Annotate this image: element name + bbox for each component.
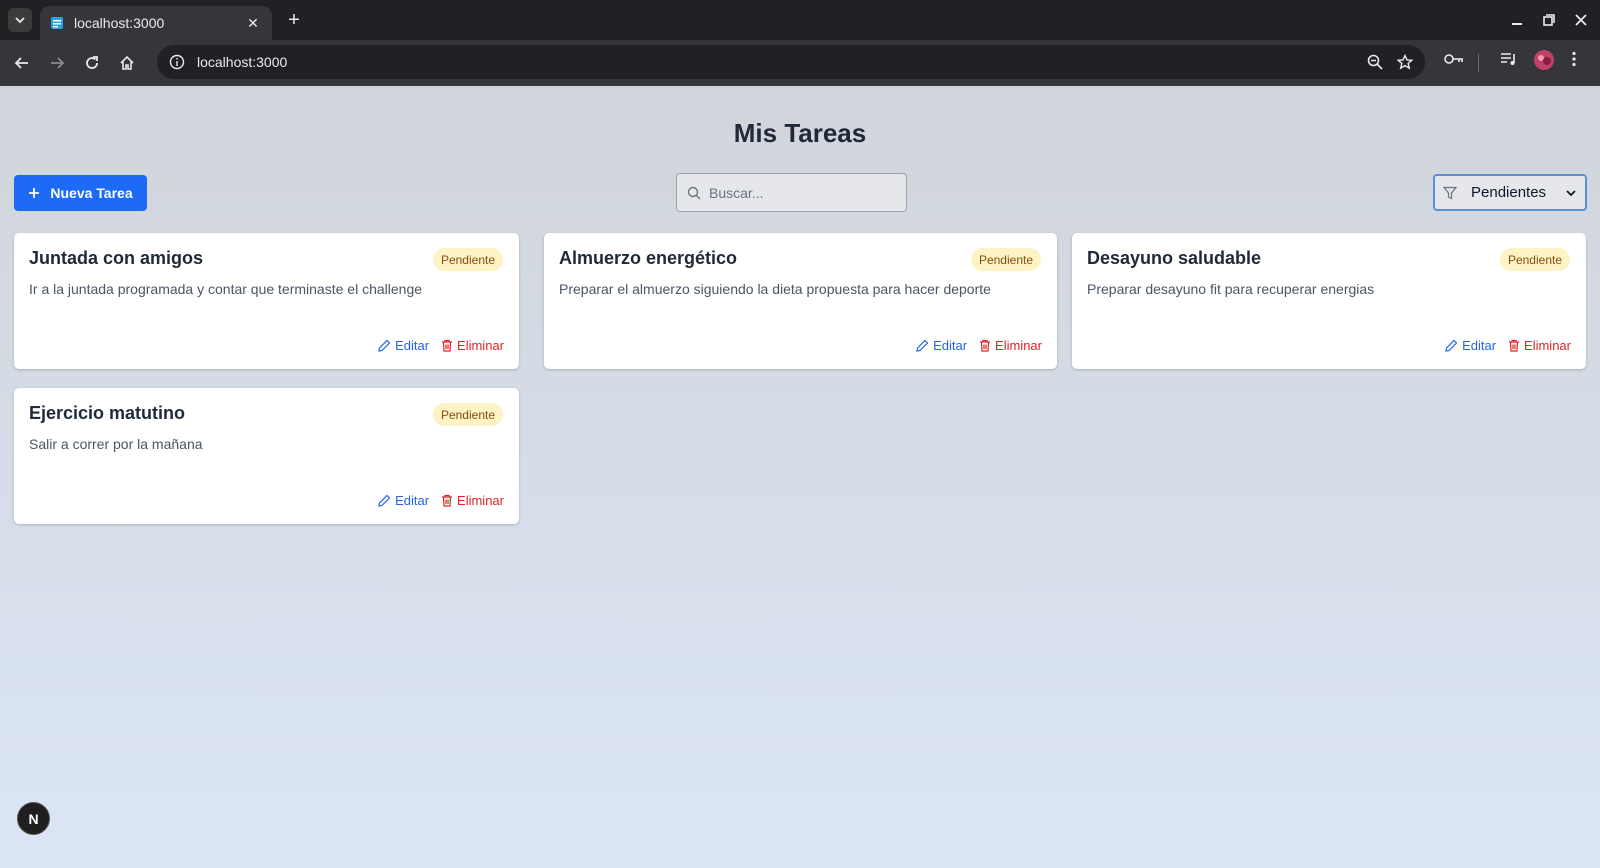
trash-icon	[442, 494, 453, 507]
new-task-button[interactable]: Nueva Tarea	[14, 175, 147, 211]
status-badge: Pendiente	[970, 248, 1041, 271]
site-info-icon[interactable]	[169, 54, 185, 70]
tab-close-icon[interactable]: ✕	[244, 15, 262, 32]
edit-button[interactable]: Editar	[1445, 338, 1496, 353]
task-description: Preparar desayuno fit para recuperar ene…	[1087, 281, 1375, 297]
passwords-button[interactable]	[1443, 51, 1465, 67]
task-card: Ejercicio matutino Pendiente Salir a cor…	[14, 388, 519, 524]
filter-icon	[1443, 186, 1457, 199]
edit-label: Editar	[395, 338, 430, 353]
reload-button[interactable]	[80, 51, 104, 75]
status-badge: Pendiente	[1499, 248, 1570, 271]
edit-label: Editar	[1462, 338, 1497, 353]
task-card: Almuerzo energético Pendiente Preparar e…	[544, 233, 1057, 369]
restore-button[interactable]	[1540, 8, 1558, 32]
browser-tabbar: localhost:3000 ✕ +	[0, 0, 1600, 40]
nextjs-dev-indicator[interactable]: N	[17, 802, 50, 835]
search-icon	[687, 186, 701, 199]
edit-button[interactable]: Editar	[378, 338, 429, 353]
pencil-icon	[1445, 339, 1458, 352]
chevron-down-icon	[1566, 189, 1576, 196]
trash-icon	[980, 339, 991, 352]
zoom-icon[interactable]	[1367, 54, 1383, 70]
delete-button[interactable]: Eliminar	[979, 338, 1042, 353]
search-input[interactable]	[709, 184, 889, 201]
browser-tab[interactable]: localhost:3000 ✕	[40, 6, 272, 40]
delete-button[interactable]: Eliminar	[1508, 338, 1571, 353]
home-button[interactable]	[115, 51, 139, 75]
task-title: Desayuno saludable	[1087, 248, 1262, 268]
more-vertical-icon	[1572, 51, 1576, 67]
delete-label: Eliminar	[457, 338, 504, 353]
pencil-icon	[378, 494, 391, 507]
delete-label: Eliminar	[995, 338, 1042, 353]
trash-icon	[1509, 339, 1520, 352]
forward-arrow-icon	[51, 57, 65, 69]
filter-selected-value: Pendientes	[1471, 184, 1547, 201]
page-title: Mis Tareas	[733, 118, 867, 148]
status-badge: Pendiente	[432, 403, 503, 426]
task-title: Almuerzo energético	[559, 248, 738, 268]
back-button[interactable]	[10, 51, 34, 75]
task-description: Salir a correr por la mañana	[29, 436, 203, 452]
edit-button[interactable]: Editar	[916, 338, 967, 353]
close-icon	[1575, 14, 1587, 26]
task-card: Juntada con amigos Pendiente Ir a la jun…	[14, 233, 519, 369]
playlist-icon	[1501, 53, 1515, 65]
key-icon	[1444, 54, 1463, 64]
page-content: Mis Tareas Nueva Tarea Pendientes Juntad…	[0, 86, 1600, 868]
status-badge: Pendiente	[432, 248, 503, 271]
url-text[interactable]: localhost:3000	[197, 54, 1367, 70]
browser-menu-button[interactable]	[1571, 51, 1577, 67]
close-window-button[interactable]	[1572, 8, 1590, 32]
toolbar-divider	[1478, 54, 1479, 72]
profile-avatar[interactable]	[1533, 49, 1555, 71]
restore-icon	[1543, 14, 1555, 26]
window-controls	[1508, 8, 1590, 32]
tab-list-button[interactable]	[8, 8, 32, 32]
task-description: Preparar el almuerzo siguiendo la dieta …	[559, 281, 991, 297]
delete-button[interactable]: Eliminar	[441, 338, 504, 353]
task-title: Juntada con amigos	[29, 248, 204, 268]
browser-toolbar: localhost:3000	[0, 40, 1600, 86]
media-control-button[interactable]	[1500, 51, 1518, 67]
search-box[interactable]	[676, 173, 907, 212]
home-icon	[120, 55, 134, 70]
back-arrow-icon	[14, 57, 28, 69]
trash-icon	[442, 339, 453, 352]
bookmark-star-icon[interactable]	[1397, 54, 1413, 70]
task-description: Ir a la juntada programada y contar que …	[29, 281, 423, 297]
pencil-icon	[916, 339, 929, 352]
chevron-down-icon	[15, 17, 25, 24]
edit-button[interactable]: Editar	[378, 493, 429, 508]
avatar-icon	[1534, 50, 1554, 70]
minimize-button[interactable]	[1508, 8, 1526, 32]
edit-label: Editar	[933, 338, 968, 353]
new-tab-button[interactable]: +	[282, 8, 306, 32]
delete-button[interactable]: Eliminar	[441, 493, 504, 508]
tab-title: localhost:3000	[74, 15, 165, 31]
reload-icon	[86, 56, 98, 69]
plus-icon	[29, 188, 40, 198]
delete-label: Eliminar	[457, 493, 504, 508]
status-filter-select[interactable]: Pendientes	[1433, 174, 1587, 211]
favicon-icon	[51, 17, 63, 29]
forward-button[interactable]	[45, 51, 69, 75]
task-title: Ejercicio matutino	[29, 403, 186, 423]
edit-label: Editar	[395, 493, 430, 508]
new-task-label: Nueva Tarea	[50, 185, 133, 201]
pencil-icon	[378, 339, 391, 352]
delete-label: Eliminar	[1524, 338, 1571, 353]
address-bar[interactable]: localhost:3000	[157, 45, 1425, 79]
minimize-icon	[1512, 23, 1522, 25]
task-card: Desayuno saludable Pendiente Preparar de…	[1072, 233, 1586, 369]
